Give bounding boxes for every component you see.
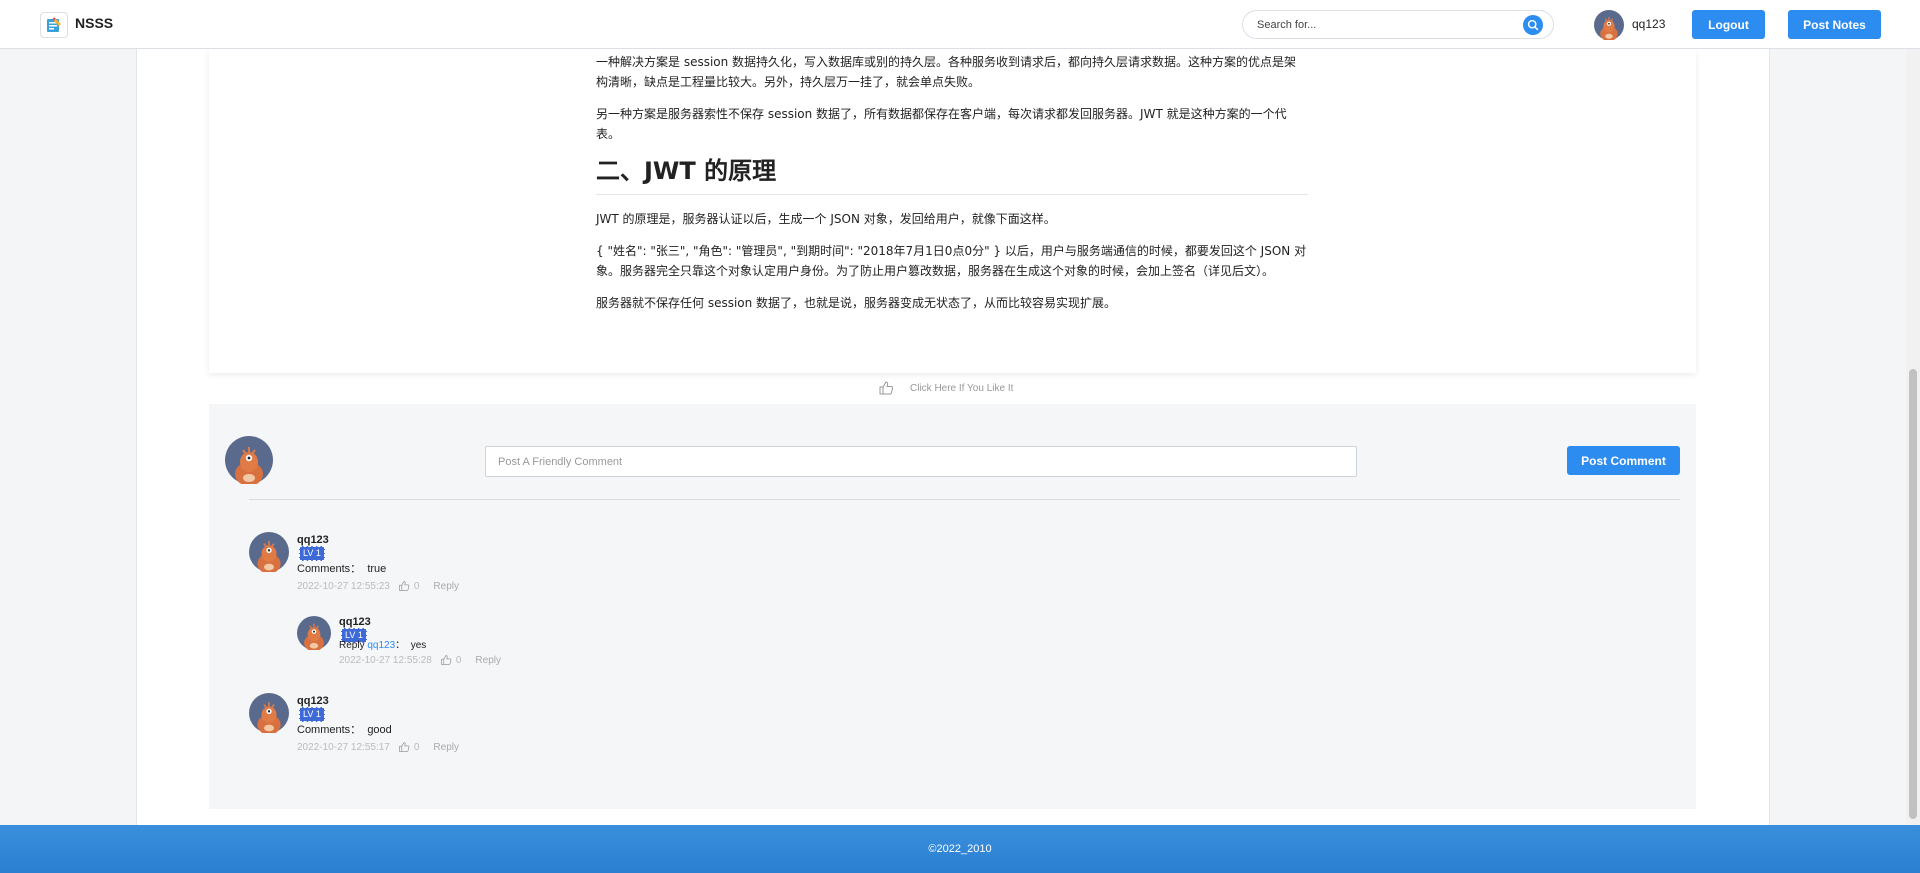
search-input[interactable]: [1257, 16, 1507, 34]
logo-icon[interactable]: [40, 12, 68, 38]
brand-name[interactable]: NSSS: [75, 15, 113, 31]
comments-divider: [249, 499, 1680, 500]
logout-button[interactable]: Logout: [1692, 10, 1765, 39]
commenter-avatar[interactable]: [249, 532, 289, 572]
reply-text: Reply qq123： yes: [339, 640, 427, 651]
reply-link[interactable]: Reply: [433, 742, 459, 753]
article-paragraph: 一种解决方案是 session 数据持久化，写入数据库或别的持久层。各种服务收到…: [596, 55, 1297, 89]
comment-username[interactable]: qq123LV 1: [297, 534, 329, 561]
header-username[interactable]: qq123: [1632, 17, 1665, 31]
level-badge: LV 1: [299, 546, 325, 561]
thumbs-up-icon[interactable]: [440, 654, 452, 666]
reply-link[interactable]: Reply: [475, 655, 501, 666]
mention-link[interactable]: qq123: [367, 640, 395, 651]
comment-meta: 2022-10-27 12:55:17 0 Reply: [297, 741, 459, 753]
commenter-avatar[interactable]: [249, 693, 289, 733]
article-heading: 二、JWT 的原理: [596, 156, 1308, 195]
comment-text: Comments： good: [297, 724, 392, 736]
reply-link[interactable]: Reply: [433, 581, 459, 592]
article-card: 一种解决方案是 session 数据持久化，写入数据库或别的持久层。各种服务收到…: [209, 49, 1696, 373]
comment-time: 2022-10-27 12:55:28: [339, 654, 432, 666]
user-avatar[interactable]: [1594, 10, 1624, 40]
top-nav-bar: NSSS qq123 Logout Post Notes: [0, 0, 1920, 49]
comment-input[interactable]: [485, 446, 1357, 477]
comment-username[interactable]: qq123LV 1: [297, 695, 329, 722]
comment-meta: 2022-10-27 12:55:23 0 Reply: [297, 580, 459, 592]
footer: ©2022_2010: [0, 825, 1920, 873]
scrollbar-thumb[interactable]: [1909, 369, 1917, 819]
post-notes-button[interactable]: Post Notes: [1788, 10, 1881, 39]
like-button[interactable]: Click Here If You Like It: [878, 380, 1013, 396]
search-box: [1242, 10, 1554, 39]
like-count: 0: [455, 654, 462, 666]
thumbs-up-icon: [878, 380, 894, 396]
search-button[interactable]: [1523, 15, 1543, 35]
search-icon: [1527, 19, 1539, 31]
thumbs-up-icon[interactable]: [398, 580, 410, 592]
comment-time: 2022-10-27 12:55:17: [297, 741, 390, 753]
comments-section: Post Comment qq123LV 1 Comments： true 20…: [209, 404, 1696, 809]
current-user-avatar: [225, 436, 273, 484]
comment-text: Comments： true: [297, 563, 387, 575]
article-paragraph: JWT 的原理是，服务器认证以后，生成一个 JSON 对象，发回给用户，就像下面…: [596, 212, 1056, 226]
page-scrollbar[interactable]: [1906, 49, 1920, 825]
level-badge: LV 1: [299, 707, 325, 722]
comment-meta: 2022-10-27 12:55:28 0 Reply: [339, 654, 501, 666]
post-comment-button[interactable]: Post Comment: [1567, 446, 1680, 475]
comment-time: 2022-10-27 12:55:23: [297, 580, 390, 592]
like-count: 0: [413, 580, 420, 592]
commenter-avatar[interactable]: [297, 616, 331, 650]
article-body: 一种解决方案是 session 数据持久化，写入数据库或别的持久层。各种服务收到…: [596, 52, 1308, 325]
article-paragraph: 服务器就不保存任何 session 数据了，也就是说，服务器变成无状态了，从而比…: [596, 296, 1117, 310]
article-paragraph: { "姓名": "张三", "角色": "管理员", "到期时间": "2018…: [596, 244, 1307, 278]
like-label: Click Here If You Like It: [910, 382, 1014, 394]
article-paragraph: 另一种方案是服务器索性不保存 session 数据了，所有数据都保存在客户端，每…: [596, 107, 1287, 141]
copyright-text: ©2022_2010: [928, 843, 992, 855]
thumbs-up-icon[interactable]: [398, 741, 410, 753]
like-count: 0: [413, 741, 420, 753]
